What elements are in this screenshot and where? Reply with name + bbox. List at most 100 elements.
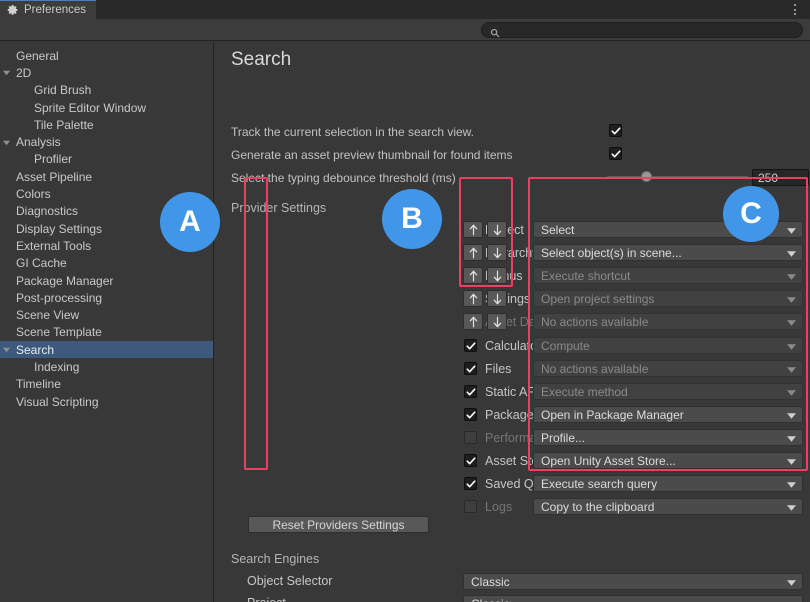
move-up-button-asset-database[interactable] <box>463 313 483 330</box>
move-down-button-settings[interactable] <box>487 290 507 307</box>
move-down-button-hierarchy[interactable] <box>487 244 507 261</box>
debounce-slider-track[interactable] <box>607 176 748 178</box>
provider-action-dropdown-files[interactable]: No actions available <box>533 360 803 377</box>
provider-action-dropdown-asset-store[interactable]: Open Unity Asset Store... <box>533 452 803 469</box>
sidebar-item-scene-view[interactable]: Scene View <box>0 306 213 323</box>
sidebar-item-label: Visual Scripting <box>16 395 99 409</box>
search-engine-value: Classic <box>471 575 510 589</box>
search-engine-value: Classic <box>471 597 510 602</box>
chevron-down-icon <box>787 505 796 511</box>
chevron-down-icon <box>787 367 796 373</box>
chevron-down-icon <box>787 297 796 303</box>
sidebar-item-search[interactable]: Search <box>0 341 213 358</box>
tab-label: Preferences <box>24 4 86 16</box>
provider-action-dropdown-saved-queries[interactable]: Execute search query <box>533 475 803 492</box>
search-engine-dropdown-object-selector[interactable]: Classic <box>463 573 803 590</box>
provider-action-value: Open in Package Manager <box>541 408 684 422</box>
provider-action-dropdown-menus[interactable]: Execute shortcut <box>533 267 803 284</box>
provider-name-logs: Logs <box>485 500 512 514</box>
sidebar-item-2d[interactable]: 2D <box>0 64 213 81</box>
provider-action-dropdown-performance[interactable]: Profile... <box>533 429 803 446</box>
move-up-button-project[interactable] <box>463 221 483 238</box>
sidebar-item-gi-cache[interactable]: GI Cache <box>0 255 213 272</box>
chevron-down-icon <box>0 138 13 147</box>
sidebar-item-package-manager[interactable]: Package Manager <box>0 272 213 289</box>
provider-checkbox-saved-queries[interactable] <box>464 477 477 490</box>
tab-bar-empty-area <box>96 0 810 19</box>
sidebar-item-analysis[interactable]: Analysis <box>0 133 213 150</box>
chevron-down-icon <box>787 459 796 465</box>
provider-checkbox-asset-store[interactable] <box>464 454 477 467</box>
chevron-down-icon <box>787 320 796 326</box>
preferences-toolbar <box>0 19 810 41</box>
provider-checkbox-performance[interactable] <box>464 431 477 444</box>
provider-action-value: Execute method <box>541 385 628 399</box>
search-engine-label-project: Project <box>247 596 286 602</box>
chevron-down-icon <box>787 413 796 419</box>
debounce-label: Select the typing debounce threshold (ms… <box>231 171 456 185</box>
provider-checkbox-packages[interactable] <box>464 408 477 421</box>
sidebar-item-tile-palette[interactable]: Tile Palette <box>0 116 213 133</box>
move-down-button-asset-database[interactable] <box>487 313 507 330</box>
chevron-down-icon <box>787 274 796 280</box>
chevron-down-icon <box>0 345 13 354</box>
sidebar-item-label: Tile Palette <box>34 118 94 132</box>
move-up-button-menus[interactable] <box>463 267 483 284</box>
gear-icon <box>7 4 19 16</box>
sidebar-item-sprite-editor-window[interactable]: Sprite Editor Window <box>0 99 213 116</box>
move-up-button-hierarchy[interactable] <box>463 244 483 261</box>
settings-tree-sidebar[interactable]: General 2D Grid BrushSprite Editor Window T… <box>0 42 214 602</box>
provider-action-dropdown-asset-database[interactable]: No actions available <box>533 313 803 330</box>
sidebar-item-post-processing[interactable]: Post-processing <box>0 289 213 306</box>
search-engine-dropdown-project[interactable]: Classic <box>463 595 803 602</box>
sidebar-item-grid-brush[interactable]: Grid Brush <box>0 82 213 99</box>
move-up-button-settings[interactable] <box>463 290 483 307</box>
annotation-badge-a: A <box>160 192 220 252</box>
sidebar-item-general[interactable]: General <box>0 47 213 64</box>
option-label-generate-an-asset-preview-th: Generate an asset preview thumbnail for … <box>231 148 512 162</box>
tab-preferences[interactable]: Preferences <box>0 0 96 19</box>
chevron-down-icon <box>787 228 796 234</box>
sidebar-item-label: GI Cache <box>16 256 67 270</box>
reset-providers-settings-button[interactable]: Reset Providers Settings <box>248 516 429 533</box>
sidebar-item-label: Post-processing <box>16 291 102 305</box>
move-down-button-menus[interactable] <box>487 267 507 284</box>
provider-action-dropdown-logs[interactable]: Copy to the clipboard <box>533 498 803 515</box>
debounce-slider-knob[interactable] <box>641 171 652 182</box>
provider-checkbox-files[interactable] <box>464 362 477 375</box>
sidebar-item-asset-pipeline[interactable]: Asset Pipeline <box>0 168 213 185</box>
provider-name-static-api: Static API <box>485 385 539 399</box>
provider-action-dropdown-hierarchy[interactable]: Select object(s) in scene... <box>533 244 803 261</box>
provider-settings-label: Provider Settings <box>231 201 326 215</box>
provider-action-value: Execute shortcut <box>541 269 630 283</box>
provider-action-dropdown-settings[interactable]: Open project settings <box>533 290 803 307</box>
provider-action-value: No actions available <box>541 362 648 376</box>
sidebar-item-timeline[interactable]: Timeline <box>0 376 213 393</box>
provider-action-dropdown-calculator[interactable]: Compute <box>533 337 803 354</box>
search-engine-label-object-selector: Object Selector <box>247 574 332 588</box>
sidebar-item-label: Search <box>16 343 54 357</box>
sidebar-item-indexing[interactable]: Indexing <box>0 358 213 375</box>
sidebar-item-profiler[interactable]: Profiler <box>0 151 213 168</box>
provider-action-dropdown-static-api[interactable]: Execute method <box>533 383 803 400</box>
sidebar-item-label: 2D <box>16 66 31 80</box>
search-box[interactable] <box>481 22 803 38</box>
search-input[interactable] <box>504 24 794 36</box>
sidebar-item-label: Scene Template <box>16 325 102 339</box>
sidebar-item-label: Display Settings <box>16 222 102 236</box>
kebab-menu-icon[interactable] <box>789 3 801 16</box>
move-down-button-project[interactable] <box>487 221 507 238</box>
provider-checkbox-calculator[interactable] <box>464 339 477 352</box>
sidebar-item-label: General <box>16 49 59 63</box>
debounce-value-field[interactable]: 250 <box>752 169 809 186</box>
sidebar-item-visual-scripting[interactable]: Visual Scripting <box>0 393 213 410</box>
sidebar-item-label: Profiler <box>34 152 72 166</box>
sidebar-item-scene-template[interactable]: Scene Template <box>0 324 213 341</box>
annotation-badge-c: C <box>723 186 779 242</box>
provider-checkbox-logs[interactable] <box>464 500 477 513</box>
provider-checkbox-static-api[interactable] <box>464 385 477 398</box>
provider-action-dropdown-packages[interactable]: Open in Package Manager <box>533 406 803 423</box>
option-checkbox-0[interactable] <box>609 124 622 137</box>
sidebar-item-label: Scene View <box>16 308 79 322</box>
option-checkbox-1[interactable] <box>609 147 622 160</box>
